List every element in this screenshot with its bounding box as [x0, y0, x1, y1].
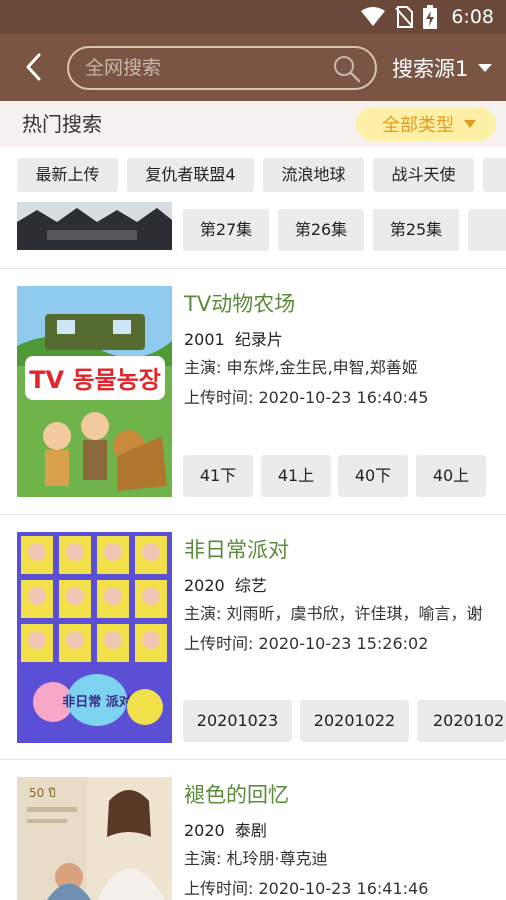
chevron-left-icon: [26, 53, 41, 81]
episode-button[interactable]: 第26集: [278, 209, 364, 251]
divider: [0, 759, 506, 760]
episode-button[interactable]: 40上: [416, 455, 486, 497]
item-title[interactable]: 非日常派对: [184, 534, 289, 564]
poster-image[interactable]: [17, 202, 172, 250]
hot-tags: 最新上传 复仇者联盟4 流浪地球 战斗天使: [0, 147, 506, 202]
episode-button[interactable]: 40下: [338, 455, 408, 497]
poster-title: 非日常 派对: [62, 694, 132, 710]
item-upload-time: 上传时间: 2020-10-23 16:40:45: [184, 388, 429, 407]
item-upload-time: 上传时间: 2020-10-23 16:41:46: [184, 879, 429, 898]
episode-button[interactable]: 20201023: [183, 700, 292, 742]
item-meta: 2001 纪录片: [184, 326, 283, 350]
item-genre: 泰剧: [234, 821, 267, 840]
search-source-label: 搜索源1: [392, 57, 469, 81]
no-sim-icon: [395, 6, 414, 28]
episode-button[interactable]: 41下: [183, 455, 253, 497]
episode-button[interactable]: [468, 209, 506, 251]
item-genre: 综艺: [234, 576, 267, 595]
divider: [0, 268, 506, 269]
caret-down-icon: [464, 120, 476, 128]
poster-title: TV 동물농장: [29, 366, 161, 394]
item-genre: 纪录片: [234, 330, 283, 349]
hot-tag[interactable]: 流浪地球: [263, 158, 364, 192]
status-bar: 6:08: [0, 0, 506, 34]
caret-down-icon: [478, 64, 493, 72]
hot-search-bar: 热门搜索 全部类型: [0, 101, 506, 147]
poster-image[interactable]: TV 동물농장: [17, 286, 172, 497]
hot-search-title: 热门搜索: [22, 112, 102, 136]
search-input[interactable]: 全网搜索: [67, 46, 377, 90]
clock: 6:08: [451, 6, 494, 28]
episode-button[interactable]: 第27集: [183, 209, 269, 251]
poster-image[interactable]: 非日常 派对: [17, 532, 172, 743]
poster-image[interactable]: 50 ปี: [17, 777, 172, 900]
item-cast: 主演: 刘雨昕，虞书欣，许佳琪，喻言，谢...: [184, 604, 484, 623]
item-meta: 2020 泰剧: [184, 817, 267, 841]
episode-button[interactable]: 41上: [261, 455, 331, 497]
item-cast: 主演: 札玲朋·尊克迪: [184, 849, 328, 868]
search-source-dropdown[interactable]: 搜索源1: [392, 46, 493, 90]
divider: [0, 514, 506, 515]
poster-title: 50 ปี: [29, 786, 56, 800]
hot-tag[interactable]: 最新上传: [17, 158, 118, 192]
type-filter-label: 全部类型: [382, 115, 454, 136]
item-year: 2020: [184, 576, 225, 595]
item-meta: 2020 综艺: [184, 572, 267, 596]
hot-tag[interactable]: [483, 158, 506, 192]
top-bar: 全网搜索 搜索源1: [0, 34, 506, 101]
back-button[interactable]: [18, 50, 48, 84]
search-placeholder: 全网搜索: [85, 57, 162, 79]
search-icon[interactable]: [333, 55, 361, 83]
item-title[interactable]: TV动物农场: [184, 288, 295, 318]
hot-tag[interactable]: 战斗天使: [373, 158, 474, 192]
episode-button[interactable]: 第25集: [373, 209, 459, 251]
battery-charging-icon: [423, 5, 438, 29]
hot-tag[interactable]: 复仇者联盟4: [127, 158, 254, 192]
episode-button[interactable]: 20201022: [300, 700, 409, 742]
item-year: 2001: [184, 330, 225, 349]
item-upload-time: 上传时间: 2020-10-23 15:26:02: [184, 634, 429, 653]
type-filter-button[interactable]: 全部类型: [356, 107, 496, 141]
item-title[interactable]: 褪色的回忆: [184, 779, 289, 809]
item-year: 2020: [184, 821, 225, 840]
wifi-icon: [361, 7, 386, 26]
item-cast: 主演: 申东烨,金生民,申智,郑善姬: [184, 358, 418, 377]
episode-button[interactable]: 2020102: [417, 700, 506, 742]
result-list[interactable]: 第27集 第26集 第25集 TV 동물농장 TV动物农场 2001 纪录片 主…: [0, 202, 506, 900]
